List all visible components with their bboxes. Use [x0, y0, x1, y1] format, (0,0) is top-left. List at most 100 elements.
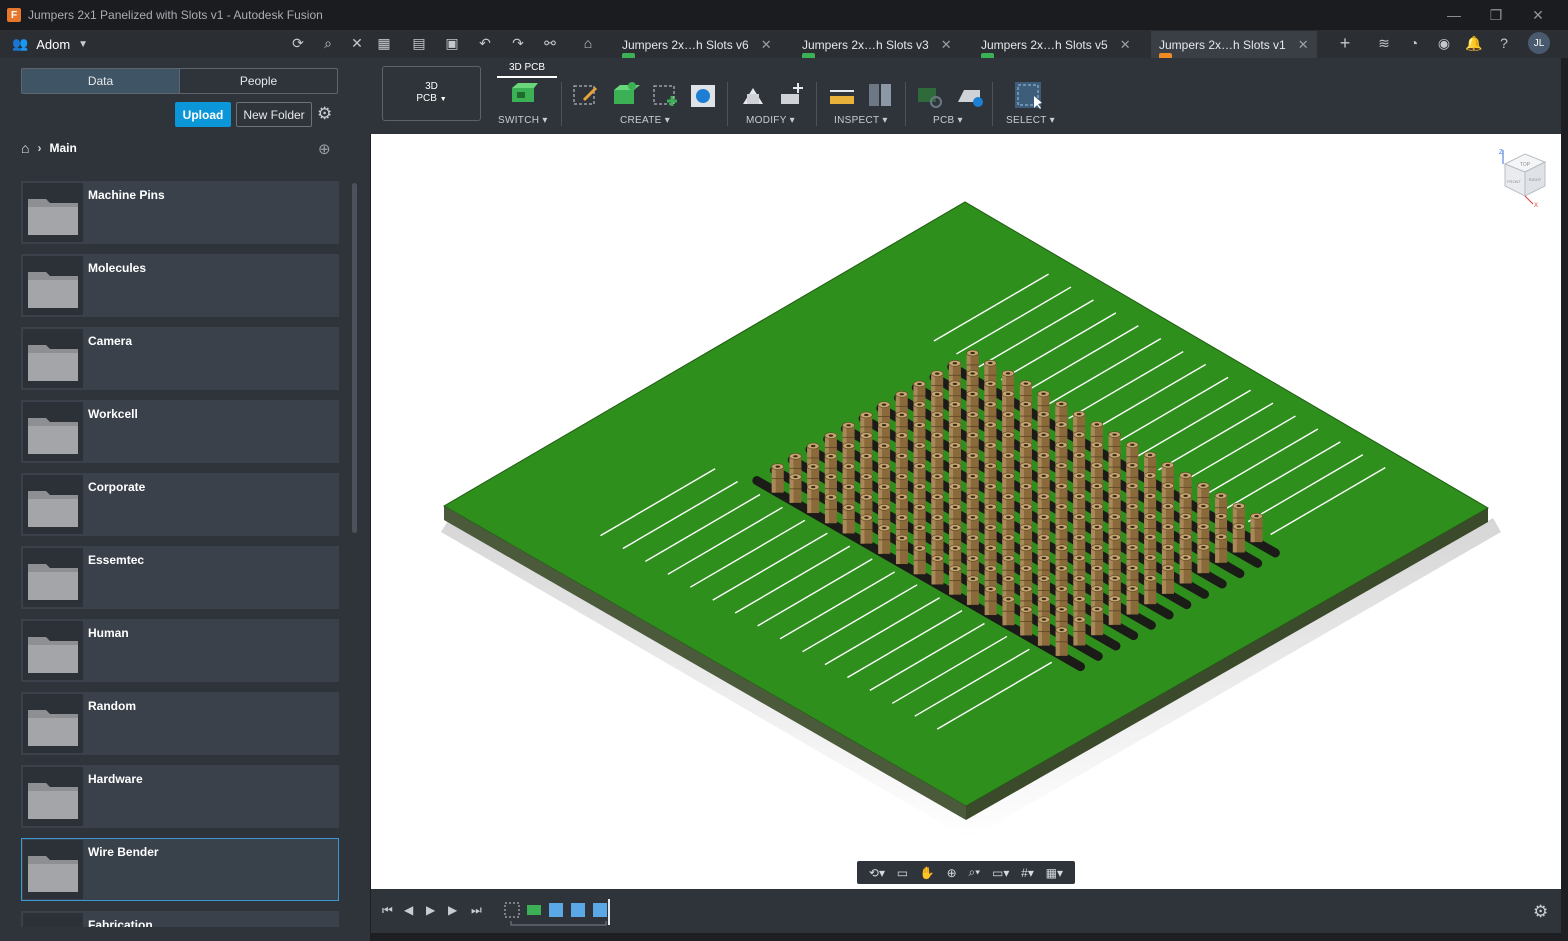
- switch-pcb-icon[interactable]: [508, 80, 538, 110]
- close-window-icon[interactable]: ✕: [1517, 0, 1559, 30]
- close-panel-icon[interactable]: ✕: [346, 32, 368, 54]
- home-tab-icon[interactable]: ⌂: [577, 32, 599, 54]
- fit-icon[interactable]: ⌕▾: [968, 865, 980, 880]
- step-back-icon[interactable]: ◀: [404, 903, 413, 917]
- orbit-icon[interactable]: ⟲▾: [869, 866, 885, 880]
- search-icon[interactable]: ⌕: [317, 32, 339, 54]
- new-tab-icon[interactable]: +: [1334, 32, 1356, 54]
- create-group-label[interactable]: CREATE ▾: [620, 115, 670, 126]
- component-feature-icon: [593, 903, 607, 917]
- folder-item[interactable]: Corporate: [21, 473, 339, 536]
- tab-label: Jumpers 2x…h Slots v5: [981, 37, 1108, 52]
- jumper-pin: [1055, 626, 1069, 656]
- job-status-icon[interactable]: ◔: [1403, 32, 1425, 54]
- 3d-viewport[interactable]: TOP FRONT RIGHT Z X: [371, 134, 1561, 889]
- extensions-icon[interactable]: ≋: [1373, 32, 1395, 54]
- close-tab-icon[interactable]: ✕: [1120, 37, 1131, 53]
- folder-thumbnail: [23, 694, 83, 753]
- link-icon[interactable]: ⚯: [539, 32, 561, 54]
- home-icon[interactable]: ⌂: [21, 140, 29, 156]
- team-switcher[interactable]: 👥 Adom ▼: [12, 36, 88, 52]
- folder-item[interactable]: Wire Bender: [21, 838, 339, 901]
- jumper-pin: [984, 585, 998, 616]
- document-tab[interactable]: Jumpers 2x…h Slots v5 ✕: [973, 31, 1139, 65]
- document-tab[interactable]: Jumpers 2x…h Slots v6 ✕: [614, 31, 780, 65]
- refresh-icon[interactable]: ⟳: [287, 32, 309, 54]
- upload-button[interactable]: Upload: [175, 102, 231, 127]
- window-select-icon[interactable]: [1013, 80, 1043, 110]
- folder-item[interactable]: Random: [21, 692, 339, 755]
- viewports-icon[interactable]: ▦▾: [1046, 866, 1063, 880]
- modify-chip-icon[interactable]: [738, 80, 768, 110]
- folder-item[interactable]: Machine Pins: [21, 181, 339, 244]
- go-to-start-icon[interactable]: ⏮: [382, 903, 393, 918]
- pcb-group-label[interactable]: PCB ▾: [933, 115, 963, 126]
- pcb-link-icon[interactable]: [914, 80, 944, 110]
- folder-item[interactable]: Human: [21, 619, 339, 682]
- document-tab-active[interactable]: Jumpers 2x…h Slots v1 ✕: [1151, 31, 1317, 65]
- new-folder-button[interactable]: New Folder: [236, 102, 312, 127]
- folder-item[interactable]: Fabrication: [21, 911, 339, 927]
- go-to-end-icon[interactable]: ⏭: [471, 903, 482, 918]
- tab-3d-pcb[interactable]: 3D PCB: [497, 58, 557, 78]
- workspace-switcher[interactable]: 3D PCB ▼: [382, 66, 481, 121]
- help-icon[interactable]: ?: [1493, 32, 1515, 54]
- close-tab-icon[interactable]: ✕: [941, 37, 952, 53]
- axis-z-label: Z: [1499, 150, 1503, 156]
- app-bar: 👥 Adom ▼: [0, 30, 1568, 58]
- document-tab[interactable]: Jumpers 2x…h Slots v3 ✕: [794, 31, 960, 65]
- pcb-3d-model[interactable]: [371, 134, 1561, 889]
- inspect-layers-icon[interactable]: [865, 80, 895, 110]
- chevron-down-icon: ▼: [439, 96, 447, 103]
- grid-icon[interactable]: #▾: [1021, 866, 1034, 880]
- scrollbar[interactable]: [352, 183, 357, 533]
- restore-icon[interactable]: ❐: [1475, 0, 1517, 30]
- notifications-icon[interactable]: 🔔: [1463, 32, 1485, 54]
- close-tab-icon[interactable]: ✕: [1298, 37, 1309, 53]
- create-3d-model-icon[interactable]: [688, 80, 718, 110]
- modify-group-label[interactable]: MODIFY ▾: [746, 115, 795, 126]
- measure-icon[interactable]: [827, 80, 857, 110]
- user-avatar[interactable]: JL: [1528, 32, 1550, 54]
- globe-icon[interactable]: ⊕: [318, 140, 331, 158]
- timeline-features[interactable]: [503, 899, 613, 927]
- apps-grid-icon[interactable]: ▦: [373, 32, 395, 54]
- workspace-label: 3D: [425, 81, 438, 92]
- zoom-icon[interactable]: ⊕: [947, 866, 957, 880]
- navigation-bar: ⟲▾ ▭ ✋ ⊕ ⌕▾ ▭▾ #▾ ▦▾: [857, 861, 1075, 884]
- tab-label: Jumpers 2x…h Slots v3: [802, 37, 929, 52]
- switch-group-label[interactable]: SWITCH ▾: [498, 115, 548, 126]
- inspect-group-label[interactable]: INSPECT ▾: [834, 115, 888, 126]
- folder-item[interactable]: Workcell: [21, 400, 339, 463]
- step-forward-icon[interactable]: ▶: [448, 903, 457, 917]
- tab-data[interactable]: Data: [22, 69, 179, 93]
- file-menu-icon[interactable]: ▤: [408, 32, 430, 54]
- learning-icon[interactable]: ◉: [1433, 32, 1455, 54]
- folder-item[interactable]: Camera: [21, 327, 339, 390]
- tab-people[interactable]: People: [179, 69, 337, 93]
- pcb-settings-icon[interactable]: [954, 80, 984, 110]
- close-tab-icon[interactable]: ✕: [761, 37, 772, 53]
- create-component-icon[interactable]: [610, 80, 640, 110]
- redo-icon[interactable]: ↷: [507, 32, 529, 54]
- save-icon[interactable]: ▣: [441, 32, 463, 54]
- sketch-outline-icon[interactable]: [570, 80, 600, 110]
- folder-name: Camera: [88, 334, 133, 348]
- move-component-icon[interactable]: [776, 80, 806, 110]
- play-icon[interactable]: ▶: [426, 903, 435, 917]
- display-settings-icon[interactable]: ▭▾: [992, 866, 1009, 880]
- create-outline-icon[interactable]: [650, 80, 680, 110]
- look-at-icon[interactable]: ▭: [897, 866, 908, 880]
- pan-icon[interactable]: ✋: [920, 866, 935, 880]
- undo-icon[interactable]: ↶: [474, 32, 496, 54]
- breadcrumb-current[interactable]: Main: [49, 141, 76, 155]
- select-group-label[interactable]: SELECT ▾: [1006, 115, 1055, 126]
- minimize-icon[interactable]: —: [1433, 0, 1475, 30]
- timeline-settings-gear-icon[interactable]: ⚙: [1533, 902, 1548, 922]
- folder-thumbnail: [23, 913, 83, 927]
- gear-icon[interactable]: ⚙: [317, 104, 332, 124]
- folder-item[interactable]: Essemtec: [21, 546, 339, 609]
- folder-item[interactable]: Molecules: [21, 254, 339, 317]
- viewcube-icon[interactable]: TOP FRONT RIGHT Z X: [1495, 146, 1551, 208]
- folder-item[interactable]: Hardware: [21, 765, 339, 828]
